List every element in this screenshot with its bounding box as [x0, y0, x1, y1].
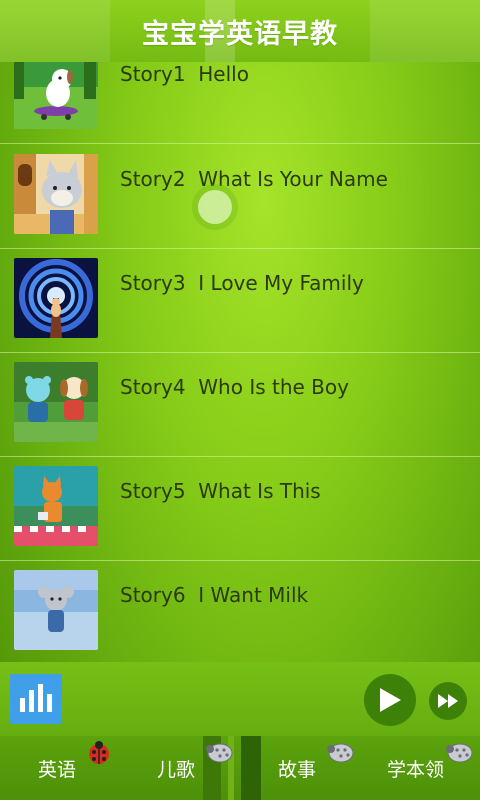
play-icon — [380, 688, 401, 712]
mouse-thumbnail — [14, 570, 98, 650]
story-row-3[interactable]: Story3 I Love My Family — [0, 249, 480, 353]
play-button[interactable] — [364, 674, 416, 726]
story-list[interactable]: Story1 Hello Story2 What Is Your Name St… — [0, 62, 480, 662]
bottom-tab-bar: 英语 儿歌 故事 学本领 — [0, 736, 480, 800]
tab-english[interactable]: 英语 — [38, 736, 109, 800]
cat-door-thumbnail — [14, 154, 98, 234]
app-title: 宝宝学英语早教 — [142, 18, 338, 50]
equalizer-icon[interactable] — [10, 674, 62, 724]
story-title: Story3 I Love My Family — [120, 271, 364, 295]
fast-forward-icon — [438, 694, 458, 708]
tab-label: 故事 — [278, 758, 317, 781]
story-row-5[interactable]: Story5 What Is This — [0, 457, 480, 561]
bug-icon — [446, 743, 473, 763]
tab-label: 英语 — [38, 758, 77, 781]
story-row-6[interactable]: Story6 I Want Milk — [0, 561, 480, 662]
ladybug-icon — [89, 741, 109, 764]
bug-icon — [206, 743, 233, 763]
story-title: Story4 Who Is the Boy — [120, 375, 349, 399]
story-title: Story6 I Want Milk — [120, 583, 309, 607]
tab-label: 儿歌 — [157, 758, 196, 781]
story-row-4[interactable]: Story4 Who Is the Boy — [0, 353, 480, 457]
dog-skateboard-thumbnail — [14, 62, 98, 129]
story-title: Story2 What Is Your Name — [120, 167, 388, 191]
bug-icon — [327, 743, 354, 763]
bear-dog-thumbnail — [14, 362, 98, 442]
story-row-2[interactable]: Story2 What Is Your Name — [0, 145, 480, 249]
touch-indicator — [198, 190, 232, 224]
player-bar — [0, 662, 480, 736]
tab-stories[interactable]: 故事 — [278, 736, 354, 800]
tunnel-thumbnail — [14, 258, 98, 338]
next-button[interactable] — [429, 682, 467, 720]
tab-skills[interactable]: 学本领 — [387, 736, 473, 800]
story-row-1[interactable]: Story1 Hello — [0, 62, 480, 144]
story-title: Story1 Hello — [120, 62, 249, 86]
tab-songs[interactable]: 儿歌 — [157, 736, 233, 800]
story-title: Story5 What Is This — [120, 479, 321, 503]
cat-picnic-thumbnail — [14, 466, 98, 546]
tab-label: 学本领 — [387, 758, 445, 781]
title-bar: 宝宝学英语早教 — [0, 0, 480, 62]
